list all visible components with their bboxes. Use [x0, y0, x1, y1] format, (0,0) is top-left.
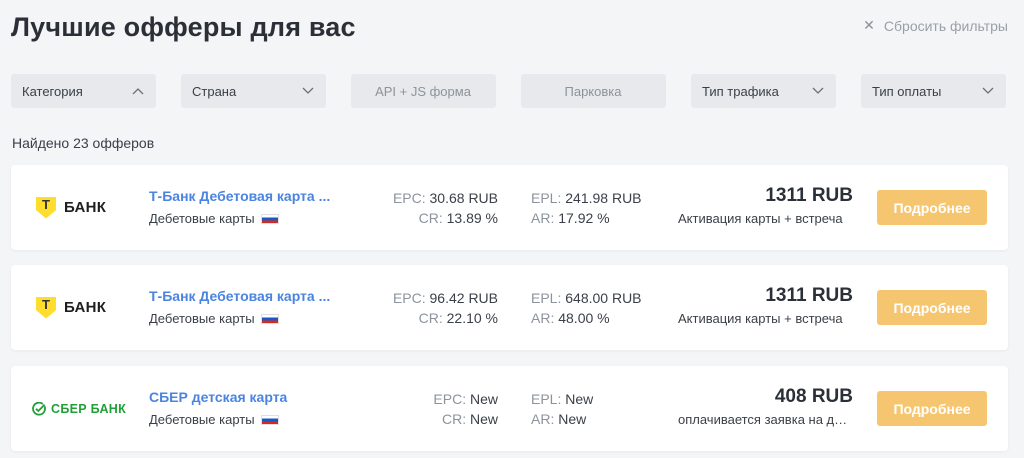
filter-payment-type[interactable]: Тип оплаты — [861, 74, 1006, 108]
reset-filters-button[interactable]: ✕ Сбросить фильтры — [863, 17, 1008, 34]
epc-label: EPC: — [433, 391, 467, 407]
epc-cr-stats: EPC: New CR: New — [433, 389, 498, 429]
reset-filters-label: Сбросить фильтры — [883, 17, 1008, 34]
tbank-shield-icon: Т — [36, 296, 56, 319]
offer-card: Т БАНК Т-Банк Дебетовая карта ... Дебето… — [11, 265, 1008, 350]
epc-cr-stats: EPC: 96.42 RUB CR: 22.10 % — [393, 288, 498, 328]
filter-traffic-type[interactable]: Тип трафика — [691, 74, 836, 108]
details-button[interactable]: Подробнее — [877, 190, 987, 225]
russia-flag-icon — [260, 313, 279, 324]
ar-value: 17.92 % — [558, 210, 610, 226]
logo-text: БАНК — [64, 299, 107, 316]
epl-value: New — [565, 391, 594, 407]
tbank-logo: Т БАНК — [36, 265, 106, 350]
details-button[interactable]: Подробнее — [877, 290, 987, 325]
filter-category-label: Категория — [22, 83, 83, 99]
chevron-up-icon — [132, 88, 144, 95]
filter-category[interactable]: Категория — [11, 74, 156, 108]
epc-value: 96.42 RUB — [429, 290, 498, 306]
epc-label: EPC: — [392, 290, 426, 306]
epc-cr-stats: EPC: 30.68 RUB CR: 13.89 % — [393, 188, 498, 228]
cr-value: New — [469, 411, 498, 427]
close-icon: ✕ — [863, 17, 875, 33]
filter-api-js-form[interactable]: API + JS форма — [351, 74, 496, 108]
offer-card: СБЕР БАНК СБЕР детская карта Дебетовые к… — [11, 366, 1008, 451]
epl-label: EPL: — [531, 190, 562, 206]
epl-ar-stats: EPL: 241.98 RUB AR: 17.92 % — [531, 188, 642, 228]
offer-category-label: Дебетовые карты — [149, 412, 255, 427]
russia-flag-icon — [260, 414, 279, 425]
filter-payment-type-label: Тип оплаты — [872, 83, 942, 99]
epl-ar-stats: EPL: New AR: New — [531, 389, 593, 429]
payment-condition: оплачивается заявка на дебетовую карту — [678, 412, 853, 427]
payment-condition: Активация карты + встреча — [678, 211, 843, 226]
epl-value: 648.00 RUB — [565, 290, 642, 306]
offer-category: Дебетовые карты — [149, 311, 279, 326]
ar-value: New — [558, 411, 587, 427]
offer-price: 1311 RUB — [765, 185, 853, 206]
epc-label: EPC: — [392, 190, 426, 206]
russia-flag-icon — [260, 213, 279, 224]
sber-check-icon — [32, 401, 46, 416]
ar-label: AR: — [531, 210, 555, 226]
logo-text: БАНК — [64, 199, 107, 216]
chevron-down-icon — [302, 87, 314, 94]
offer-price: 408 RUB — [774, 386, 853, 407]
epl-label: EPL: — [531, 391, 562, 407]
page-title: Лучшие офферы для вас — [11, 12, 356, 42]
logo-text: СБЕР БАНК — [51, 401, 127, 416]
offer-name-link[interactable]: Т-Банк Дебетовая карта ... — [149, 188, 330, 204]
filter-parking-label: Парковка — [564, 83, 622, 99]
epl-ar-stats: EPL: 648.00 RUB AR: 48.00 % — [531, 288, 642, 328]
offer-price: 1311 RUB — [765, 285, 853, 306]
offer-card: Т БАНК Т-Банк Дебетовая карта ... Дебето… — [11, 165, 1008, 250]
cr-label: CR: — [418, 310, 443, 326]
filter-parking[interactable]: Парковка — [521, 74, 666, 108]
filter-country[interactable]: Страна — [181, 74, 326, 108]
tbank-logo: Т БАНК — [36, 165, 106, 250]
offer-category-label: Дебетовые карты — [149, 211, 255, 226]
filter-country-label: Страна — [192, 83, 237, 99]
results-count: Найдено 23 офферов — [12, 135, 155, 151]
filter-api-js-form-label: API + JS форма — [375, 83, 471, 99]
filter-bar: Категория Страна API + JS форма Парковка… — [11, 74, 1006, 108]
ar-label: AR: — [531, 310, 555, 326]
epl-value: 241.98 RUB — [565, 190, 642, 206]
details-button[interactable]: Подробнее — [877, 391, 987, 426]
cr-label: CR: — [418, 210, 443, 226]
filter-traffic-type-label: Тип трафика — [702, 83, 779, 99]
epl-label: EPL: — [531, 290, 562, 306]
offer-category: Дебетовые карты — [149, 412, 279, 427]
payment-condition: Активация карты + встреча — [678, 311, 843, 326]
tbank-shield-icon: Т — [36, 196, 56, 219]
ar-value: 48.00 % — [558, 310, 610, 326]
epc-value: 30.68 RUB — [429, 190, 498, 206]
chevron-down-icon — [812, 87, 824, 94]
cr-label: CR: — [441, 411, 467, 427]
ar-label: AR: — [531, 411, 555, 427]
offer-name-link[interactable]: Т-Банк Дебетовая карта ... — [149, 288, 330, 304]
offer-category-label: Дебетовые карты — [149, 311, 255, 326]
offer-category: Дебетовые карты — [149, 211, 279, 226]
cr-value: 13.89 % — [446, 210, 498, 226]
epc-value: New — [469, 391, 498, 407]
sber-logo: СБЕР БАНК — [32, 366, 126, 451]
cr-value: 22.10 % — [446, 310, 498, 326]
chevron-down-icon — [982, 87, 994, 94]
offer-name-link[interactable]: СБЕР детская карта — [149, 389, 287, 405]
